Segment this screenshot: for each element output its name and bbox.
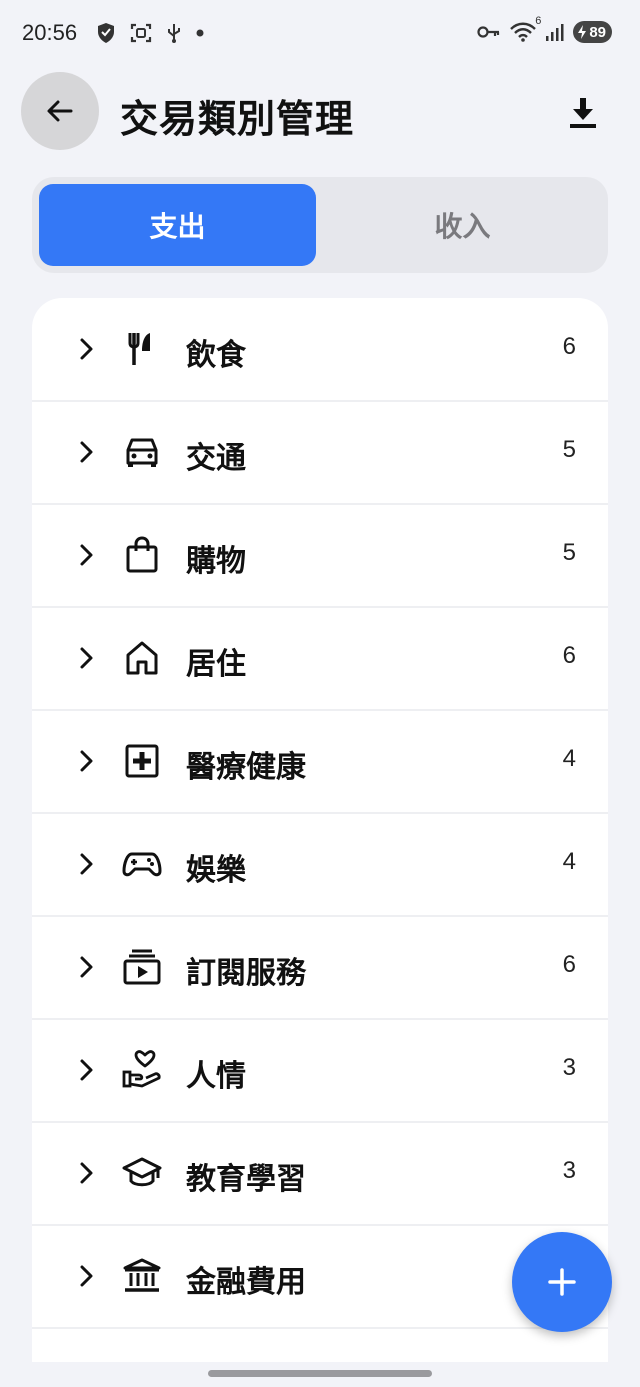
chevron-right-icon[interactable]: [74, 849, 98, 879]
status-bar: 20:56 6 89: [0, 0, 640, 68]
category-row-food[interactable]: 飲食 6: [32, 298, 608, 402]
download-button[interactable]: [560, 90, 606, 136]
wifi-badge: 6: [535, 15, 542, 27]
medical-cross-icon: [122, 741, 162, 781]
category-name: 飲食: [186, 338, 246, 373]
shopping-bag-icon: [122, 535, 162, 575]
car-icon: [122, 432, 162, 472]
chevron-right-icon[interactable]: [74, 746, 98, 776]
category-count: 6: [562, 642, 576, 669]
usb-icon: [166, 22, 182, 44]
hand-heart-icon: [122, 1050, 162, 1090]
graduation-cap-icon: [122, 1153, 162, 1193]
plus-icon: [547, 1267, 577, 1297]
category-count: 5: [562, 539, 576, 566]
category-count: 4: [562, 745, 576, 772]
category-row-education[interactable]: 教育學習 3: [32, 1122, 608, 1226]
shield-icon: [96, 22, 116, 44]
category-row-social[interactable]: 人情 3: [32, 1019, 608, 1123]
subscription-icon: [122, 947, 162, 987]
screenshot-icon: [130, 22, 152, 44]
utensils-icon: [122, 329, 162, 369]
chevron-right-icon[interactable]: [74, 643, 98, 673]
category-row-transport[interactable]: 交通 5: [32, 401, 608, 505]
category-name: 娛樂: [186, 853, 246, 888]
battery-indicator: 89: [573, 21, 612, 43]
category-name: 金融費用: [186, 1265, 306, 1300]
chevron-right-icon[interactable]: [74, 1158, 98, 1188]
bank-icon: [122, 1256, 162, 1296]
category-count: 6: [562, 951, 576, 978]
download-icon: [568, 96, 598, 130]
category-count: 4: [562, 848, 576, 875]
category-count: 3: [562, 1157, 576, 1184]
category-name: 人情: [186, 1059, 246, 1094]
bolt-icon: [577, 25, 587, 39]
status-system-icons: 6 89: [477, 15, 612, 43]
category-name: 居住: [186, 647, 246, 682]
tab-income[interactable]: 收入: [324, 184, 601, 266]
page-title: 交易類別管理: [120, 97, 355, 141]
category-row-shopping[interactable]: 購物 5: [32, 504, 608, 608]
category-row-entertainment[interactable]: 娛樂 4: [32, 813, 608, 917]
gamepad-icon: [122, 844, 162, 884]
category-row-housing[interactable]: 居住 6: [32, 607, 608, 711]
arrow-left-icon: [45, 96, 75, 126]
status-time: 20:56: [22, 20, 78, 45]
category-name: 購物: [186, 544, 246, 579]
chevron-right-icon[interactable]: [74, 540, 98, 570]
category-row-subscription[interactable]: 訂閱服務 6: [32, 916, 608, 1020]
status-notification-icons: [96, 22, 204, 44]
category-count: 3: [562, 1054, 576, 1081]
home-indicator[interactable]: [208, 1370, 432, 1377]
chevron-right-icon[interactable]: [74, 437, 98, 467]
category-count: 6: [562, 333, 576, 360]
chevron-right-icon[interactable]: [74, 1261, 98, 1291]
chevron-right-icon[interactable]: [74, 334, 98, 364]
type-segmented-control: 支出 收入: [32, 177, 608, 273]
category-name: 教育學習: [186, 1162, 306, 1197]
dot-icon: [196, 29, 204, 37]
chevron-right-icon[interactable]: [74, 952, 98, 982]
home-icon: [122, 638, 162, 678]
chevron-right-icon[interactable]: [74, 1055, 98, 1085]
key-icon: [477, 25, 501, 39]
app-header: 交易類別管理: [0, 70, 640, 150]
category-name: 交通: [186, 441, 246, 476]
category-name: 醫療健康: [186, 750, 306, 785]
category-row-medical[interactable]: 醫療健康 4: [32, 710, 608, 814]
category-name: 訂閱服務: [186, 956, 306, 991]
wifi-icon: 6: [509, 15, 541, 43]
category-list: 飲食 6 交通 5 購物 5 居住 6 醫療健康 4 娛樂 4 訂閱服務 6 人…: [32, 298, 608, 1362]
add-category-button[interactable]: [512, 1232, 612, 1332]
battery-level: 89: [589, 23, 606, 41]
tab-expense[interactable]: 支出: [39, 184, 316, 266]
category-count: 5: [562, 436, 576, 463]
back-button[interactable]: [21, 72, 99, 150]
signal-icon: [545, 22, 565, 42]
